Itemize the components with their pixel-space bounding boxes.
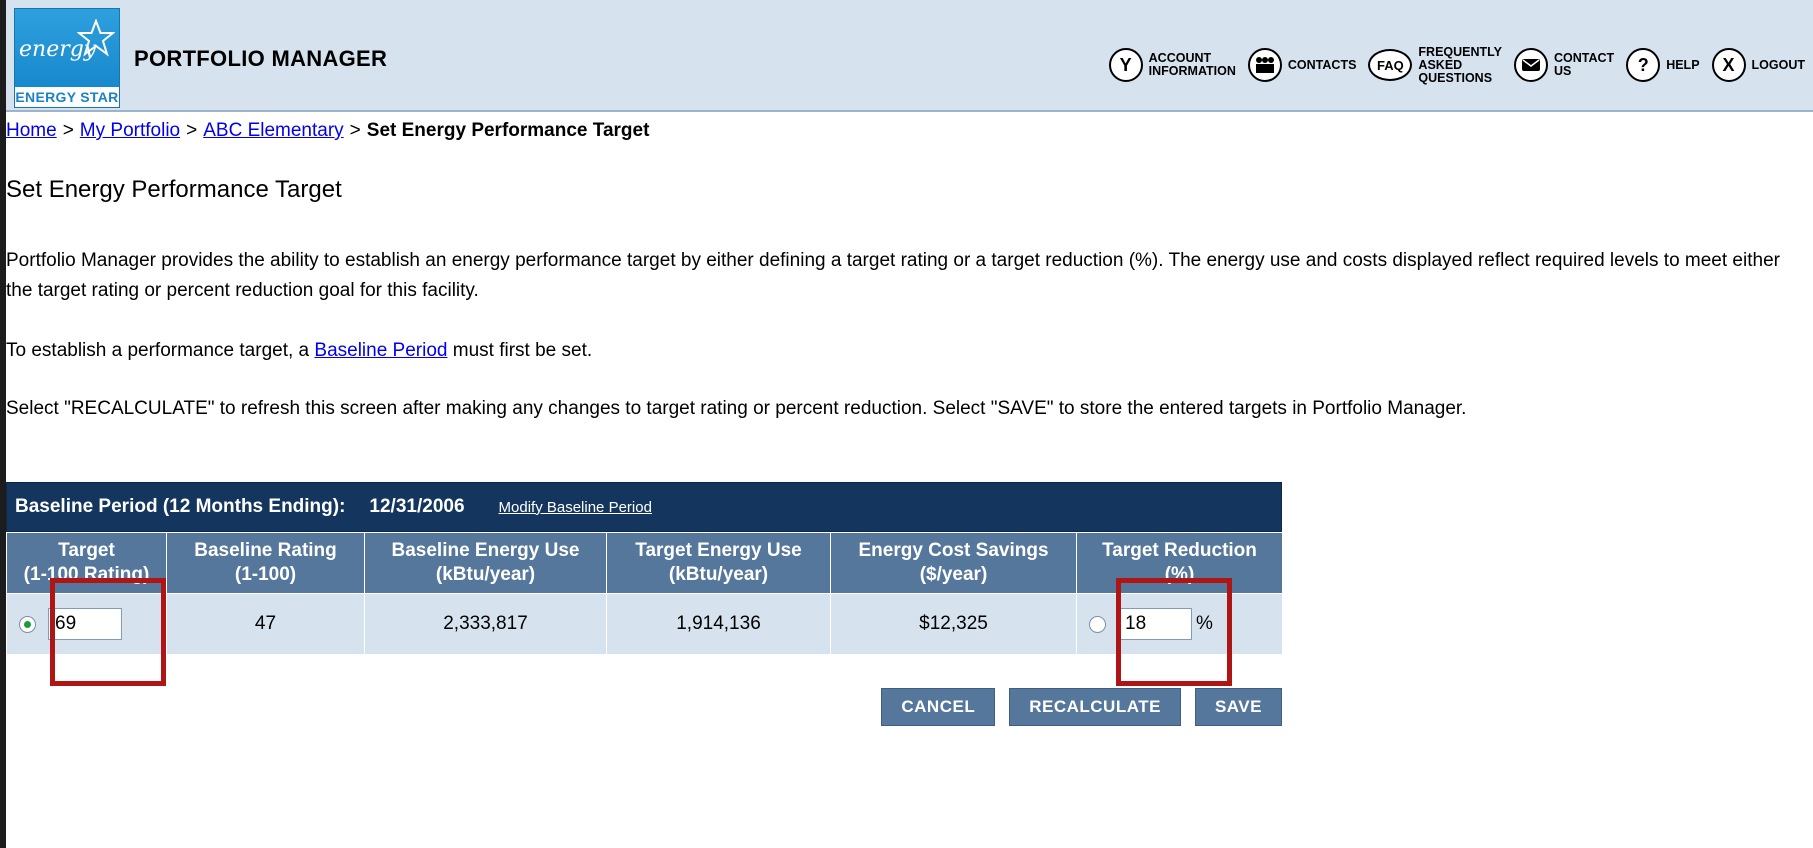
target-data-table: Target (1-100 Rating) Baseline Rating (1-1… bbox=[6, 532, 1283, 655]
percent-symbol: % bbox=[1196, 613, 1213, 634]
faq-icon: FAQ bbox=[1368, 49, 1413, 81]
account-icon: Y bbox=[1108, 48, 1143, 82]
intro-paragraph: Portfolio Manager provides the ability t… bbox=[6, 250, 1780, 301]
star-icon bbox=[77, 19, 115, 57]
target-reduction-input[interactable] bbox=[1118, 608, 1192, 640]
top-navigation: Y ACCOUNT INFORMATION CONTACTS FAQ FREQU… bbox=[1097, 38, 1805, 92]
nav-label: LOGOUT bbox=[1751, 57, 1805, 72]
col-header-target-reduction: Target Reduction (%) bbox=[1076, 532, 1283, 594]
breadcrumb-facility[interactable]: ABC Elementary bbox=[203, 120, 343, 141]
help-icon: ? bbox=[1626, 48, 1661, 82]
table-row: 47 2,333,817 1,914,136 $12,325 % bbox=[6, 593, 1283, 655]
baseline-date: 12/31/2006 bbox=[369, 496, 465, 517]
nav-faq[interactable]: FAQ FREQUENTLY ASKED QUESTIONS bbox=[1368, 44, 1502, 85]
col-header-target-energy: Target Energy Use (kBtu/year) bbox=[606, 532, 831, 594]
baseline-period-bar: Baseline Period (12 Months Ending): 12/3… bbox=[6, 482, 1282, 532]
app-header: energy ENERGY STAR PORTFOLIO MANAGER Y A… bbox=[6, 0, 1813, 112]
logo-text: ENERGY STAR bbox=[15, 87, 119, 107]
target-rating-radio[interactable] bbox=[19, 615, 36, 633]
nav-label: FREQUENTLY ASKED QUESTIONS bbox=[1418, 44, 1502, 85]
target-energy-value: 1,914,136 bbox=[606, 593, 831, 655]
contacts-icon bbox=[1247, 48, 1282, 82]
contact-us-icon bbox=[1514, 48, 1548, 82]
baseline-rating-value: 47 bbox=[166, 593, 365, 655]
target-rating-input[interactable] bbox=[48, 608, 122, 640]
nav-account-information[interactable]: Y ACCOUNT INFORMATION bbox=[1108, 48, 1236, 82]
nav-contact-us[interactable]: CONTACT US bbox=[1514, 48, 1614, 82]
cost-savings-value: $12,325 bbox=[830, 593, 1077, 655]
breadcrumb-my-portfolio[interactable]: My Portfolio bbox=[80, 120, 180, 141]
cancel-button[interactable]: CANCEL bbox=[881, 688, 996, 726]
col-header-baseline-rating: Baseline Rating (1-100) bbox=[166, 532, 365, 594]
logout-icon: X bbox=[1711, 48, 1746, 82]
app-title: PORTFOLIO MANAGER bbox=[134, 46, 388, 71]
nav-label: CONTACT US bbox=[1554, 51, 1615, 78]
baseline-energy-value: 2,333,817 bbox=[364, 593, 607, 655]
nav-label: CONTACTS bbox=[1287, 57, 1357, 72]
nav-logout[interactable]: X LOGOUT bbox=[1711, 48, 1805, 82]
baseline-label: Baseline Period (12 Months Ending): bbox=[15, 496, 346, 517]
nav-contacts[interactable]: CONTACTS bbox=[1247, 48, 1357, 82]
action-buttons: CANCEL RECALCULATE SAVE bbox=[867, 688, 1282, 726]
modify-baseline-link[interactable]: Modify Baseline Period bbox=[499, 499, 652, 516]
page-title: Set Energy Performance Target bbox=[6, 176, 342, 203]
breadcrumb-current: Set Energy Performance Target bbox=[366, 120, 650, 141]
target-table: Baseline Period (12 Months Ending): 12/3… bbox=[6, 482, 1283, 655]
nav-label: ACCOUNT INFORMATION bbox=[1148, 51, 1236, 78]
col-header-target: Target (1-100 Rating) bbox=[6, 532, 167, 594]
instructions-paragraph: Select "RECALCULATE" to refresh this scr… bbox=[6, 398, 1467, 419]
target-reduction-radio[interactable] bbox=[1089, 615, 1106, 633]
baseline-period-link[interactable]: Baseline Period bbox=[314, 340, 447, 361]
breadcrumb-home[interactable]: Home bbox=[6, 120, 57, 141]
col-header-baseline-energy: Baseline Energy Use (kBtu/year) bbox=[364, 532, 607, 594]
nav-label: HELP bbox=[1666, 57, 1700, 72]
baseline-paragraph: To establish a performance target, a Bas… bbox=[6, 340, 593, 361]
breadcrumb: Home > My Portfolio > ABC Elementary > Set Ene… bbox=[6, 120, 650, 141]
table-header-row: Target (1-100 Rating) Baseline Rating (1-1… bbox=[6, 532, 1283, 594]
recalculate-button[interactable]: RECALCULATE bbox=[1009, 688, 1181, 726]
nav-help[interactable]: ? HELP bbox=[1626, 48, 1700, 82]
save-button[interactable]: SAVE bbox=[1194, 688, 1282, 726]
energy-star-logo[interactable]: energy ENERGY STAR bbox=[14, 8, 120, 108]
col-header-cost-savings: Energy Cost Savings ($/year) bbox=[830, 532, 1077, 594]
